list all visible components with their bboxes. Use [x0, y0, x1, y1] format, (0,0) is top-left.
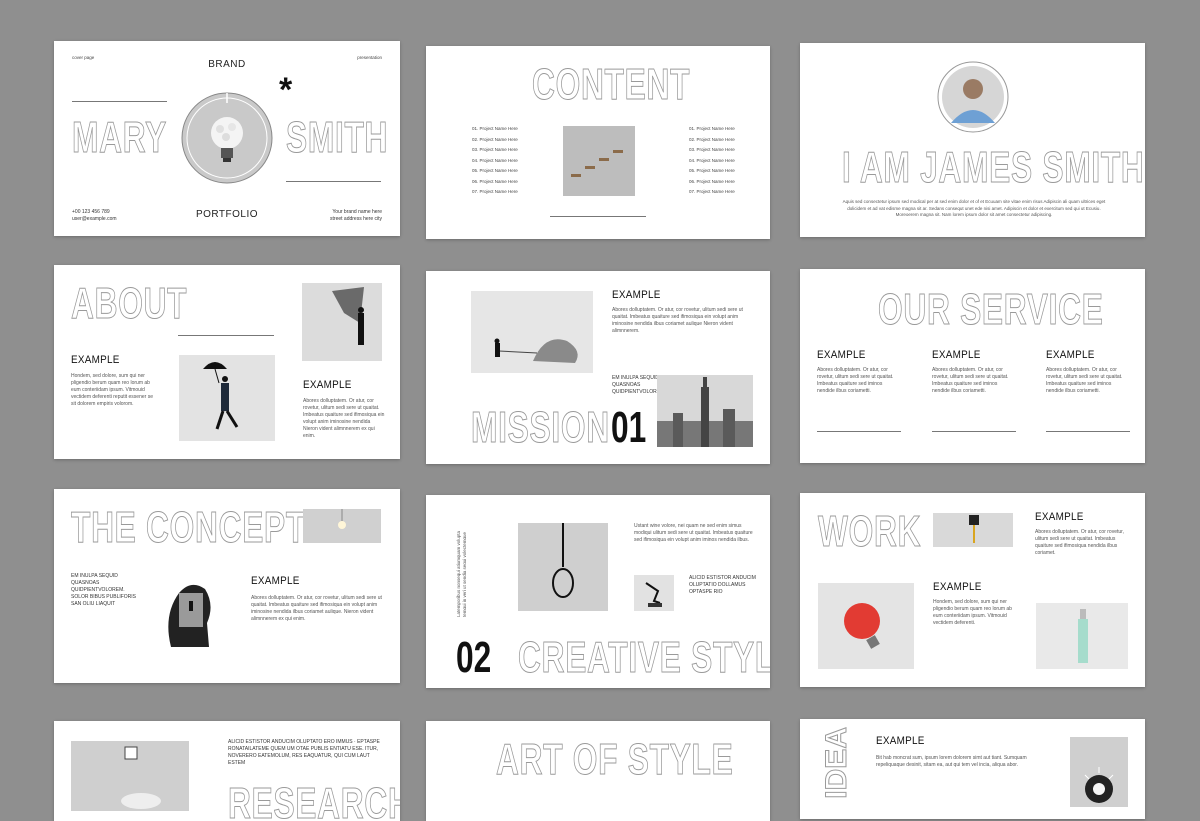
slide-the-concept[interactable]: THE CONCEPT EM INULPA SEQUID QUASNOAS QU… — [54, 489, 400, 683]
service-body-1: Abores dolluptatem. Or atur, cor rovetur… — [817, 367, 894, 394]
email: user@example.com — [72, 216, 117, 222]
address-line-2: street address here city — [330, 216, 382, 222]
shadow-cape-image — [302, 283, 382, 361]
service-heading-2: EXAMPLE — [932, 349, 981, 361]
slide-idea[interactable]: IDEA EXAMPLE Bit hab moncrat sum, ipsum … — [800, 719, 1145, 819]
last-name: SMITH — [286, 113, 389, 163]
idea-heading: EXAMPLE — [876, 735, 925, 747]
art-title: ART OF STYLE — [496, 735, 734, 785]
list-item: 06. Project Name Here — [472, 178, 518, 184]
list-item: 03. Project Name Here — [472, 147, 518, 152]
list-item: 02. Project Name Here — [689, 136, 735, 142]
vertical-text: Latemporibus nonsequi atiumquam volupta … — [456, 530, 466, 617]
about-body-1: Hondem, sed dolore, sum qui ner pligendi… — [71, 373, 153, 407]
idea-vertical-title: IDEA — [820, 727, 854, 800]
james-title: I AM JAMES SMITH — [842, 143, 1145, 193]
creative-title: CREATIVE STYLE — [518, 633, 770, 683]
mission-caption: EM INULPA SEQUID QUASNOAS QUIDPIENTVOLOR… — [612, 375, 665, 395]
service-body-2: Abores dolluptatem. Or atur, cor rovetur… — [932, 367, 1009, 394]
work-body-1: Abores dolluptatem. Or atur, cor rovetur… — [1035, 529, 1124, 556]
creative-caption: ALICID ESTISTOR ANDUCIM OLUPTATIO DOLLAM… — [689, 575, 756, 595]
idea-body: Bit hab moncrat sum, ipsum lorem dolorem… — [876, 755, 1027, 768]
portrait-avatar — [937, 61, 1009, 133]
brand-label: BRAND — [208, 59, 246, 70]
research-title: RESEARCH — [228, 779, 400, 821]
slide-research[interactable]: ALICID ESTISTOR ANDUCIM OLUPTATO ERO IMM… — [54, 721, 400, 821]
first-name: MARY — [72, 113, 167, 163]
address-info: Your brand name here street address here… — [330, 209, 382, 223]
creative-number: 02 — [456, 633, 492, 682]
slide-mission[interactable]: EXAMPLE Abores dolluptatem. Or atur, cor… — [426, 271, 770, 464]
service-body-3: Abores dolluptatem. Or atur, cor rovetur… — [1046, 367, 1123, 394]
content-list-left: 01. Project Name Here 02. Project Name H… — [472, 124, 518, 198]
slide-about-james[interactable]: I AM JAMES SMITH Aquis sed consectetur i… — [800, 43, 1145, 237]
work-heading-1: EXAMPLE — [1035, 511, 1084, 523]
list-item: 01. Project Name Here — [472, 126, 518, 131]
stairs-image — [563, 126, 635, 196]
concept-caption: EM INULPA SEQUID QUASNOAS QUIDPIENTVOLOR… — [71, 573, 137, 607]
work-heading-2: EXAMPLE — [933, 581, 982, 593]
boulder-image — [471, 291, 593, 373]
lightbulb-image — [181, 92, 273, 184]
perfume-bottle-image — [1036, 603, 1128, 669]
address-line-1: Your brand name here — [332, 209, 382, 215]
concept-heading: EXAMPLE — [251, 575, 300, 587]
list-item: 07. Project Name Here — [472, 189, 518, 194]
umbrella-man-image — [179, 355, 275, 441]
lamp-image — [303, 509, 381, 543]
list-item: 01. Project Name Here — [689, 126, 735, 131]
list-item: 05. Project Name Here — [689, 168, 735, 173]
mission-heading: EXAMPLE — [612, 289, 661, 301]
work-title: WORK — [818, 507, 922, 557]
city-skyline-image — [657, 375, 753, 447]
about-title: ABOUT — [71, 279, 188, 329]
head-silhouette-image — [157, 575, 219, 647]
list-item: 03. Project Name Here — [689, 147, 735, 152]
sculpture-image — [634, 575, 674, 611]
slide-art-of-style[interactable]: ART OF STYLE — [426, 721, 770, 821]
list-item: 06. Project Name Here — [689, 178, 735, 184]
service-heading-1: EXAMPLE — [817, 349, 866, 361]
list-item: 02. Project Name Here — [472, 136, 518, 142]
research-caption: ALICID ESTISTOR ANDUCIM OLUPTATO ERO IMM… — [228, 739, 380, 766]
concept-body: Abores dolluptatem. Or atur, cor rovetur… — [251, 595, 382, 622]
contact-info: +00 123 456 789 user@example.com — [72, 209, 117, 223]
about-body-2: Abores dolluptatem. Or atur, cor rovetur… — [303, 398, 385, 439]
noose-image — [518, 523, 608, 611]
idea-bulb-image — [1070, 737, 1128, 807]
asterisk-mark: * — [279, 71, 293, 109]
red-bulb-image — [818, 583, 914, 669]
phone: +00 123 456 789 — [72, 209, 110, 215]
list-item: 07. Project Name Here — [689, 189, 735, 194]
creative-body: Ustant wine volore, nei quam ne sed enim… — [634, 523, 753, 543]
slide-cover-portfolio[interactable]: cover page presentation BRAND MARY SMITH… — [54, 41, 400, 236]
slide-about[interactable]: ABOUT EXAMPLE Hondem, sed dolore, sum qu… — [54, 265, 400, 459]
concept-title: THE CONCEPT — [71, 503, 306, 553]
slide-creative-style[interactable]: Latemporibus nonsequi atiumquam volupta … — [426, 495, 770, 688]
content-list-right: 01. Project Name Here 02. Project Name H… — [689, 124, 735, 198]
service-heading-3: EXAMPLE — [1046, 349, 1095, 361]
content-title: CONTENT — [532, 60, 691, 110]
list-item: 05. Project Name Here — [472, 168, 518, 173]
work-body-2: Hondem, sed dolore, sum qui ner pligendi… — [933, 599, 1012, 626]
mission-number: 01 — [611, 403, 647, 452]
mission-body: Abores dolluptatem. Or atur, cor rovetur… — [612, 307, 743, 334]
paint-pour-image — [933, 513, 1013, 547]
list-item: 04. Project Name Here — [689, 157, 735, 163]
intro-text: Aquis sed consectetur ipsum sed modical … — [842, 199, 1106, 217]
about-heading-1: EXAMPLE — [71, 354, 120, 366]
mission-title: MISSION — [471, 403, 610, 453]
about-heading-2: EXAMPLE — [303, 379, 352, 391]
list-item: 04. Project Name Here — [472, 157, 518, 163]
slide-content[interactable]: CONTENT 01. Project Name Here 02. Projec… — [426, 46, 770, 239]
interior-image — [71, 741, 189, 811]
slide-work[interactable]: WORK EXAMPLE Abores dolluptatem. Or atur… — [800, 493, 1145, 687]
slide-our-service[interactable]: OUR SERVICE EXAMPLE Abores dolluptatem. … — [800, 269, 1145, 463]
service-title: OUR SERVICE — [878, 285, 1104, 335]
